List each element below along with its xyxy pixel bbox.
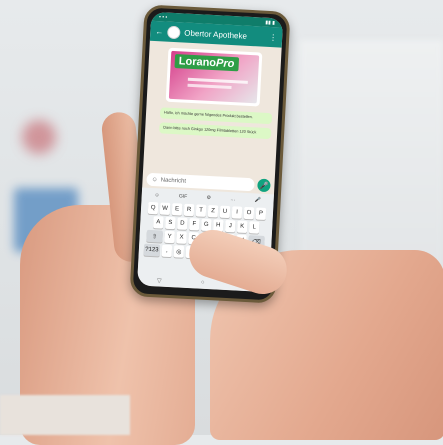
product-image-message[interactable]: LoranoPro (165, 47, 263, 107)
pack-detail-line (187, 83, 232, 90)
kb-emoji-icon[interactable]: ☺ (154, 192, 159, 198)
key-o[interactable]: O (243, 206, 255, 220)
key-p[interactable]: P (255, 207, 267, 221)
globe-key[interactable]: ◎ (173, 245, 185, 258)
key-x[interactable]: X (176, 231, 187, 244)
key-q[interactable]: Q (147, 201, 159, 215)
key-s[interactable]: S (165, 216, 176, 230)
nav-home-icon[interactable]: ○ (201, 280, 205, 287)
back-arrow-icon[interactable]: ← (155, 26, 163, 35)
key-e[interactable]: E (171, 203, 183, 216)
pack-detail-line (187, 77, 248, 84)
background-red-object (22, 120, 56, 154)
kb-gif-button[interactable]: GIF (179, 193, 188, 199)
contact-avatar[interactable] (167, 25, 181, 39)
kb-more-icon[interactable]: … (230, 196, 235, 202)
emoji-icon[interactable]: ☺ (151, 176, 157, 182)
brand-suffix: Pro (215, 57, 235, 71)
status-left: ▪ ▪ ▪ (158, 13, 168, 21)
key-j[interactable]: J (224, 219, 236, 233)
key-d[interactable]: D (177, 217, 188, 230)
key-u[interactable]: U (219, 205, 231, 219)
key-t[interactable]: T (195, 204, 207, 217)
product-image: LoranoPro (168, 50, 260, 104)
chat-message: Hallo, ich möchte gerne folgendes Produk… (159, 107, 273, 125)
shift-key[interactable]: ⇧ (146, 229, 163, 243)
key-l[interactable]: L (248, 221, 260, 234)
chat-title[interactable]: Obertor Apotheke (184, 28, 265, 41)
status-right: ▮▮ ▮ (265, 19, 276, 26)
chat-area: LoranoPro Hallo, ich möchte gerne folgen… (143, 41, 282, 178)
chat-message: Dann bitte noch Ginkgo 120mg Filmtablett… (159, 122, 272, 140)
sleeve (0, 395, 130, 435)
key-i[interactable]: I (231, 206, 243, 219)
more-options-icon[interactable]: ⋮ (269, 32, 277, 41)
brand-name: Lorano (178, 55, 217, 70)
key-w[interactable]: W (159, 202, 171, 215)
message-placeholder: Nachricht (160, 176, 187, 185)
kb-mic-icon[interactable]: 🎤 (255, 197, 262, 203)
key-k[interactable]: K (236, 220, 248, 234)
product-brand-label: LoranoPro (174, 54, 239, 72)
comma-key[interactable]: , (161, 244, 173, 258)
key-f[interactable]: F (188, 218, 200, 231)
key-r[interactable]: R (183, 203, 195, 217)
background-shelf (300, 40, 443, 280)
microphone-button[interactable]: 🎤 (257, 178, 271, 193)
key-a[interactable]: A (153, 216, 164, 229)
kb-settings-icon[interactable]: ⚙ (206, 195, 211, 201)
key-y[interactable]: Y (164, 230, 175, 244)
nav-back-icon[interactable]: ▽ (157, 277, 162, 284)
symbols-key[interactable]: ?123 (143, 243, 161, 257)
key-z[interactable]: Z (207, 204, 219, 218)
